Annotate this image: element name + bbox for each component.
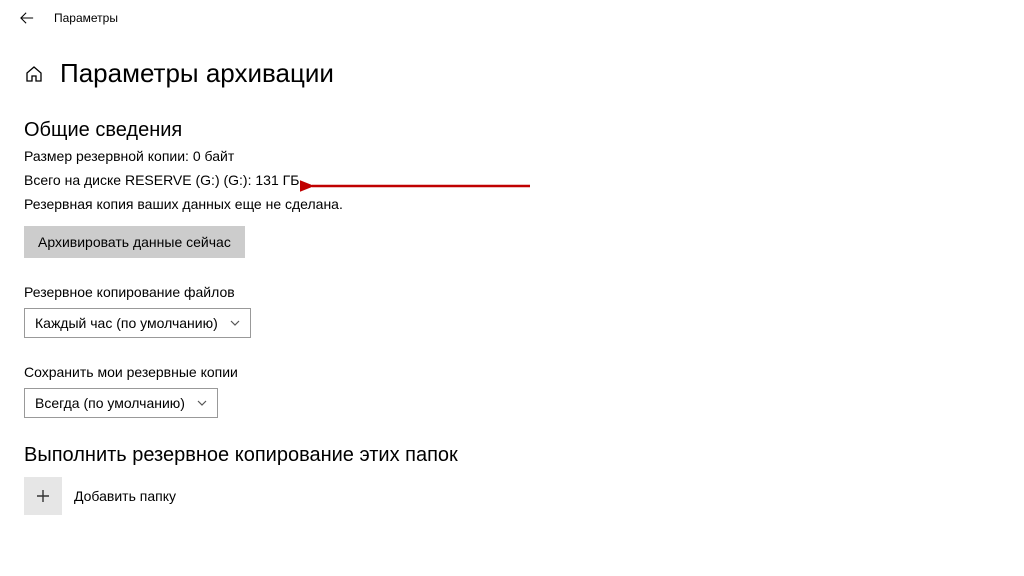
retention-label: Сохранить мои резервные копии xyxy=(24,364,1024,380)
disk-total-text: Всего на диске RESERVE (G:) (G:): 131 ГБ xyxy=(24,172,1024,188)
add-folder-row: Добавить папку xyxy=(24,477,1024,515)
schedule-selected: Каждый час (по умолчанию) xyxy=(35,315,218,331)
page-title: Параметры архивации xyxy=(60,58,334,89)
retention-selected: Всегда (по умолчанию) xyxy=(35,395,185,411)
backup-size-text: Размер резервной копии: 0 байт xyxy=(24,148,1024,164)
retention-dropdown[interactable]: Всегда (по умолчанию) xyxy=(24,388,218,418)
backup-now-button[interactable]: Архивировать данные сейчас xyxy=(24,226,245,258)
schedule-label: Резервное копирование файлов xyxy=(24,284,1024,300)
arrow-left-icon xyxy=(20,11,34,25)
schedule-dropdown[interactable]: Каждый час (по умолчанию) xyxy=(24,308,251,338)
overview-heading: Общие сведения xyxy=(24,119,1024,142)
header-bar: Параметры xyxy=(0,0,1024,36)
content-area: Параметры архивации Общие сведения Разме… xyxy=(0,36,1024,515)
title-row: Параметры архивации xyxy=(24,58,1024,89)
add-folder-label: Добавить папку xyxy=(74,488,176,504)
plus-icon xyxy=(35,488,51,504)
chevron-down-icon xyxy=(197,398,207,408)
backup-status-text: Резервная копия ваших данных еще не сдел… xyxy=(24,196,1024,212)
folders-heading: Выполнить резервное копирование этих пап… xyxy=(24,444,1024,467)
home-icon[interactable] xyxy=(24,64,44,84)
back-button[interactable] xyxy=(18,9,36,27)
chevron-down-icon xyxy=(230,318,240,328)
app-title: Параметры xyxy=(54,11,118,25)
add-folder-button[interactable] xyxy=(24,477,62,515)
